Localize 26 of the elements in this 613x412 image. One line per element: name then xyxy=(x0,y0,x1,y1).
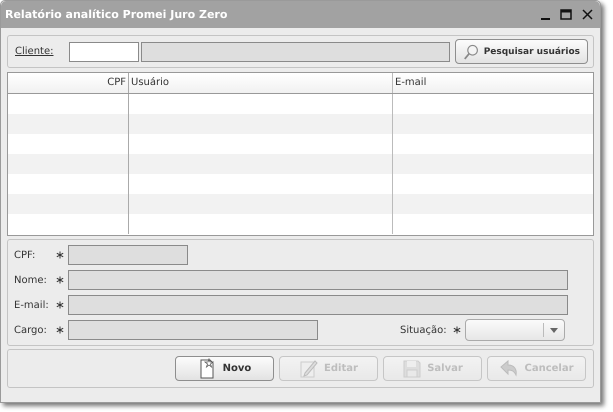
column-header[interactable]: CPF xyxy=(8,73,129,93)
field-label: Situação: xyxy=(400,324,447,336)
maximize-icon xyxy=(560,9,572,20)
minimize-icon xyxy=(541,18,550,20)
dropdown-arrow-icon xyxy=(550,328,558,332)
situation-dropdown[interactable] xyxy=(464,319,565,341)
field-label: CPF: xyxy=(14,250,36,260)
client-code-field[interactable] xyxy=(69,42,140,62)
text-field[interactable] xyxy=(68,320,318,340)
action-button[interactable]: Novo xyxy=(175,356,274,381)
close-icon xyxy=(582,9,593,20)
undo-arrow-icon xyxy=(499,358,520,379)
pencil-icon xyxy=(299,358,320,379)
field-label: E-mail: xyxy=(14,300,50,310)
client-name-field[interactable] xyxy=(141,42,450,62)
search-icon xyxy=(463,42,479,60)
field-label: Nome: xyxy=(14,274,48,286)
text-field[interactable] xyxy=(68,295,568,315)
client-label: Cliente: xyxy=(15,46,54,57)
column-header[interactable]: E-mail xyxy=(393,73,593,93)
text-field[interactable] xyxy=(68,245,188,265)
window-title: Relatório analítico Promei Juro Zero xyxy=(5,8,228,21)
column-header[interactable]: Usuário xyxy=(129,73,393,93)
text-field[interactable] xyxy=(68,270,568,290)
field-label: Cargo: xyxy=(14,324,48,336)
search-users-button[interactable]: Pesquisar usuários xyxy=(455,39,588,64)
